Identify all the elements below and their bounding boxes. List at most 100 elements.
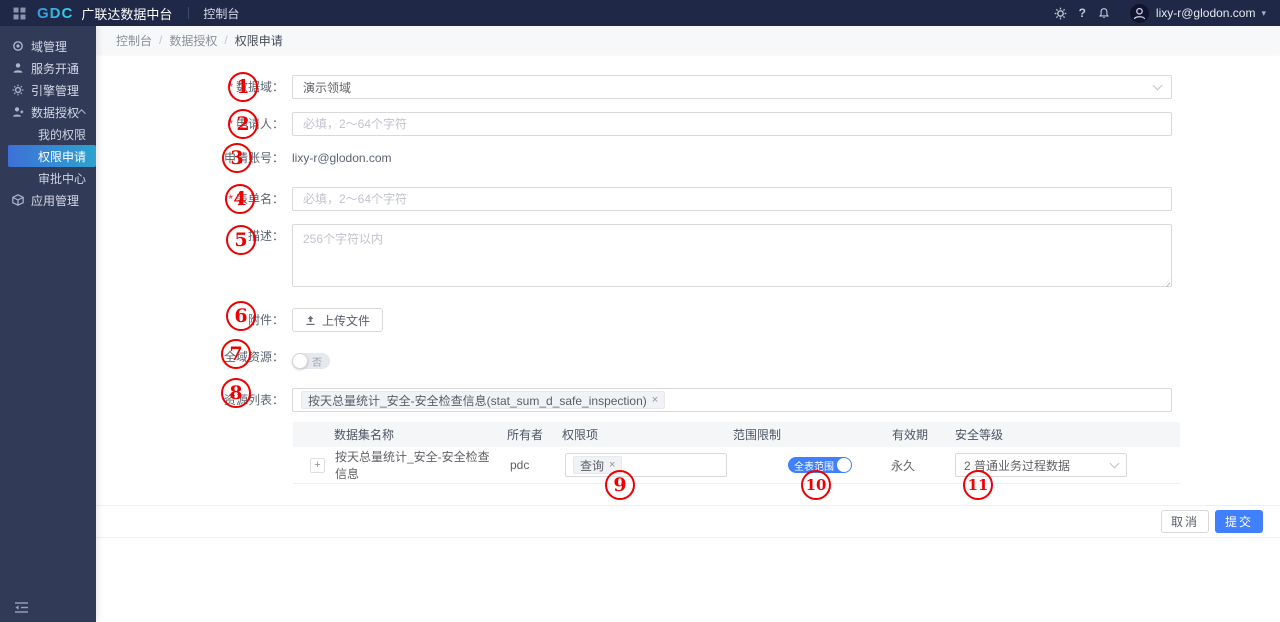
resource-list-input[interactable]: 按天总量统计_安全-安全检查信息(stat_sum_d_safe_inspect…	[292, 388, 1172, 412]
brand-logo[interactable]: GDC	[37, 5, 73, 22]
domain-icon	[12, 40, 24, 52]
sidebar-item-label: 应用管理	[31, 192, 79, 209]
resource-tag: 按天总量统计_安全-安全检查信息(stat_sum_d_safe_inspect…	[301, 391, 665, 409]
help-icon[interactable]: ?	[1079, 6, 1086, 20]
user-email[interactable]: lixy-r@glodon.com	[1156, 6, 1256, 20]
chevron-down-icon	[1110, 458, 1120, 468]
toggle-knob	[292, 353, 308, 369]
breadcrumb-data-auth[interactable]: 数据授权	[169, 32, 217, 49]
col-header-owner: 所有者	[490, 426, 548, 443]
col-header-security: 安全等级	[945, 426, 1180, 443]
annotation-marker-8: 8	[221, 378, 251, 408]
data-auth-user-icon	[12, 106, 24, 118]
apps-grid-icon[interactable]	[13, 7, 26, 20]
toggle-off-label: 否	[312, 354, 322, 369]
tag-close-icon[interactable]: ×	[652, 394, 658, 406]
sidebar-collapse-icon[interactable]	[14, 601, 29, 614]
annotation-marker-4: 4	[225, 184, 255, 214]
upload-file-button[interactable]: 上传文件	[292, 308, 383, 332]
cancel-button[interactable]: 取消	[1161, 510, 1209, 533]
annotation-marker-3: 3	[222, 143, 252, 173]
account-value: lixy-r@glodon.com	[292, 150, 1172, 167]
description-textarea[interactable]	[292, 224, 1172, 287]
resource-tag-text: 按天总量统计_安全-安全检查信息(stat_sum_d_safe_inspect…	[308, 392, 647, 409]
account-label: 申请账号：	[96, 150, 292, 167]
permission-select[interactable]: 查询 ×	[565, 453, 727, 477]
data-domain-label: *数据域：	[96, 75, 292, 99]
owner-value: pdc	[490, 458, 548, 472]
annotation-marker-5: 5	[226, 225, 256, 255]
row-expand-button[interactable]: +	[310, 458, 325, 473]
table-header-row: 数据集名称 所有者 权限项 范围限制 有效期 安全等级	[293, 422, 1180, 447]
table-row: + 按天总量统计_安全-安全检查信息 pdc 查询 × 全表范围	[293, 447, 1180, 484]
product-name: 广联达数据中台	[81, 4, 172, 23]
data-domain-select[interactable]: 演示领域	[292, 75, 1172, 99]
toggle-knob	[837, 458, 851, 472]
annotation-marker-9: 9	[605, 470, 635, 500]
sidebar-item-label: 服务开通	[31, 60, 79, 77]
breadcrumb-separator: /	[224, 33, 227, 47]
sidebar-subitem-my-permissions[interactable]: 我的权限	[0, 123, 96, 145]
topbar-divider	[188, 7, 189, 19]
global-resource-label: 全域资源：	[96, 349, 292, 365]
form-name-label: *表单名：	[96, 187, 292, 211]
engine-gear-icon	[12, 84, 24, 96]
annotation-marker-7: 7	[221, 339, 251, 369]
annotation-marker-11: 11	[963, 470, 993, 500]
tag-close-icon[interactable]: ×	[609, 459, 615, 471]
breadcrumb-current-page: 权限申请	[235, 32, 283, 49]
sidebar-item-domain-mgmt[interactable]: 域管理	[0, 35, 96, 57]
applicant-label: *申请人：	[96, 112, 292, 136]
col-header-validity: 有效期	[880, 426, 945, 443]
breadcrumb-console[interactable]: 控制台	[116, 32, 152, 49]
sidebar-subitem-label: 我的权限	[38, 126, 86, 143]
data-domain-value: 演示领域	[303, 79, 351, 96]
description-label: 描述：	[96, 224, 292, 248]
breadcrumb: 控制台 / 数据授权 / 权限申请	[96, 26, 1280, 54]
chevron-down-icon	[1153, 80, 1163, 90]
applicant-input[interactable]	[292, 112, 1172, 136]
user-avatar[interactable]	[1130, 4, 1149, 23]
notification-bell-icon[interactable]	[1098, 7, 1110, 20]
sidebar-item-engine-mgmt[interactable]: 引擎管理	[0, 79, 96, 101]
upload-file-button-label: 上传文件	[322, 312, 370, 329]
form-name-input[interactable]	[292, 187, 1172, 211]
permission-tag-text: 查询	[580, 457, 604, 474]
validity-value: 永久	[880, 457, 945, 474]
sidebar-item-service-open[interactable]: 服务开通	[0, 57, 96, 79]
topbar: GDC 广联达数据中台 控制台 ? lixy-r@glodon.com ▾	[0, 0, 1280, 26]
sidebar-item-label: 数据授权	[31, 104, 79, 121]
dataset-name: 按天总量统计_安全-安全检查信息	[335, 448, 490, 482]
main-area: 控制台 / 数据授权 / 权限申请 *数据域： 演示领域 *申请人： 申请账号：	[96, 26, 1280, 622]
resource-table: 数据集名称 所有者 权限项 范围限制 有效期 安全等级 + 按天总量统计_安全-…	[293, 422, 1180, 484]
app-cube-icon	[12, 194, 24, 206]
sidebar-subitem-label: 审批中心	[38, 170, 86, 187]
sidebar-subitem-approval-center[interactable]: 审批中心	[0, 167, 96, 189]
sidebar-subitem-permission-apply[interactable]: 权限申请	[8, 145, 96, 167]
topbar-console-link[interactable]: 控制台	[203, 5, 239, 22]
service-icon	[12, 62, 24, 74]
user-dropdown-caret-icon[interactable]: ▾	[1261, 8, 1266, 19]
settings-gear-icon[interactable]	[1054, 7, 1067, 20]
resource-list-label: 资源列表：	[96, 388, 292, 412]
sidebar: 域管理 服务开通 引擎管理 数据授权 我的权限 权限申请	[0, 26, 96, 622]
annotation-marker-2: 2	[228, 109, 258, 139]
sidebar-item-label: 引擎管理	[31, 82, 79, 99]
breadcrumb-separator: /	[159, 33, 162, 47]
upload-icon	[305, 315, 316, 326]
col-header-dataset: 数据集名称	[293, 426, 490, 443]
col-header-scope: 范围限制	[725, 426, 880, 443]
annotation-marker-1: 1	[228, 72, 258, 102]
form-footer: 取消 提交	[96, 505, 1280, 538]
annotation-marker-6: 6	[226, 301, 256, 331]
sidebar-item-label: 域管理	[31, 38, 67, 55]
sidebar-item-data-auth[interactable]: 数据授权	[0, 101, 96, 123]
col-header-permission: 权限项	[548, 426, 725, 443]
permission-apply-form: *数据域： 演示领域 *申请人： 申请账号： lixy-r@glodon.com…	[96, 54, 1280, 622]
global-resource-toggle[interactable]: 否	[292, 353, 330, 369]
sidebar-item-app-mgmt[interactable]: 应用管理	[0, 189, 96, 211]
attachment-label: 附件：	[96, 308, 292, 332]
annotation-marker-10: 10	[801, 470, 831, 500]
sidebar-subitem-label: 权限申请	[38, 148, 86, 165]
submit-button[interactable]: 提交	[1215, 510, 1263, 533]
